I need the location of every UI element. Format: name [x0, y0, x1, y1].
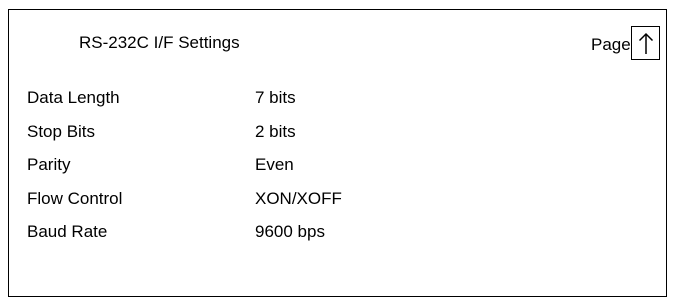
setting-row-data-length: Data Length 7 bits — [0, 88, 677, 110]
setting-row-stop-bits: Stop Bits 2 bits — [0, 122, 677, 144]
setting-value: 7 bits — [255, 88, 296, 107]
setting-value: XON/XOFF — [255, 189, 342, 208]
setting-value: 9600 bps — [255, 222, 325, 241]
page-label: Page — [591, 35, 631, 54]
setting-row-baud-rate: Baud Rate 9600 bps — [0, 222, 677, 244]
setting-label: Stop Bits — [27, 122, 96, 141]
setting-label: Flow Control — [27, 189, 123, 208]
setting-label: Data Length — [27, 88, 120, 107]
screen-title: RS-232C I/F Settings — [79, 33, 240, 52]
setting-row-parity: Parity Even — [0, 155, 677, 177]
setting-label: Parity — [27, 155, 71, 174]
setting-row-flow-control: Flow Control XON/XOFF — [0, 189, 677, 211]
setting-label: Baud Rate — [27, 222, 108, 241]
setting-value: 2 bits — [255, 122, 296, 141]
setting-value: Even — [255, 155, 294, 174]
arrow-up-icon — [638, 32, 653, 54]
page-up-button[interactable] — [631, 26, 660, 60]
